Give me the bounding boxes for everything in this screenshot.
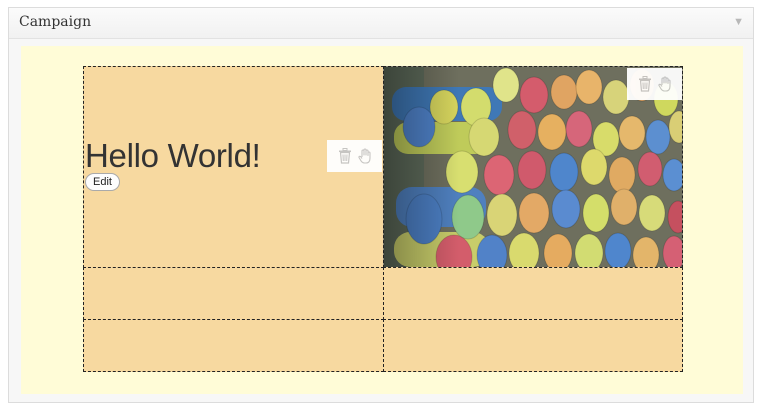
collapse-toggle-icon[interactable]: ▼ — [733, 16, 744, 28]
grid-cell-text[interactable]: Hello World! Edit — [83, 66, 384, 268]
grid-cell-empty[interactable] — [383, 319, 683, 372]
layout-grid: Hello World! Edit — [83, 66, 683, 372]
widget-heading: Hello World! — [85, 137, 261, 174]
grid-cell-image[interactable] — [383, 66, 683, 268]
trash-icon[interactable] — [638, 76, 652, 92]
grid-cell-empty[interactable] — [83, 267, 384, 320]
hand-icon[interactable] — [657, 76, 672, 92]
hand-icon[interactable] — [357, 148, 372, 164]
edit-button[interactable]: Edit — [85, 173, 120, 191]
campaign-canvas: Hello World! Edit — [21, 46, 743, 394]
widget-toolbar — [327, 140, 382, 172]
grid-cell-empty[interactable] — [383, 267, 683, 320]
panel-header[interactable]: Campaign ▼ — [9, 8, 753, 39]
grid-cell-empty[interactable] — [83, 319, 384, 372]
widget-toolbar-image — [627, 68, 682, 100]
trash-icon[interactable] — [338, 148, 352, 164]
panel-title: Campaign — [19, 14, 92, 30]
campaign-panel: Campaign ▼ Hello World! Edit — [8, 7, 754, 403]
